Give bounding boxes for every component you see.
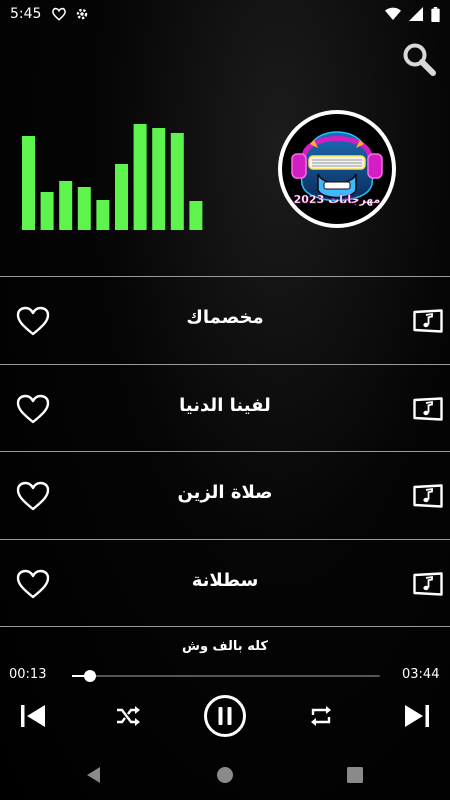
- heart-outline-icon: [52, 7, 67, 21]
- heart-outline-icon[interactable]: [16, 394, 50, 424]
- song-row[interactable]: صلاة الزين: [0, 451, 450, 539]
- song-row[interactable]: مخصماك: [0, 276, 450, 364]
- heart-outline-icon[interactable]: [16, 569, 50, 599]
- music-folder-icon[interactable]: [413, 571, 443, 596]
- visualizer-bar: [77, 187, 91, 230]
- visualizer-bar: [133, 124, 147, 230]
- music-folder-icon[interactable]: [413, 484, 443, 508]
- visualizer-bar: [59, 181, 73, 230]
- skip-previous-icon[interactable]: [18, 701, 48, 731]
- app-logo: مهرجانات 2023: [278, 110, 396, 228]
- now-playing-title: كله بالف وش: [182, 639, 268, 654]
- song-list: مخصماك لفينا الدنيا صلاة الزين سطلانة: [0, 276, 450, 626]
- search-icon: [403, 43, 436, 76]
- settings-gear-icon: [77, 8, 88, 20]
- logo-text: مهرجانات 2023: [293, 193, 381, 206]
- signal-icon: [409, 7, 423, 21]
- status-bar: 5:45: [0, 0, 450, 28]
- battery-icon: [431, 6, 440, 22]
- visualizer-bar: [115, 164, 128, 230]
- visualizer-bar: [22, 136, 35, 230]
- visualizer-bar: [170, 133, 184, 230]
- visualizer-bar: [96, 200, 110, 230]
- skip-next-icon[interactable]: [402, 701, 432, 731]
- repeat-icon[interactable]: [308, 703, 334, 729]
- player-panel: كله بالف وش 00:13 03:44: [0, 626, 450, 750]
- song-title: مخصماك: [186, 307, 264, 328]
- pause-icon[interactable]: [203, 694, 247, 738]
- visualizer-bar: [40, 192, 54, 230]
- song-title: سطلانة: [191, 569, 259, 591]
- heart-outline-icon[interactable]: [16, 481, 50, 511]
- song-title: لفينا الدنيا: [179, 394, 271, 416]
- visualizer-bar: [189, 201, 203, 230]
- recents-icon[interactable]: [345, 765, 365, 785]
- wifi-icon: [385, 7, 401, 21]
- seek-bar[interactable]: [72, 670, 380, 682]
- heart-outline-icon[interactable]: [16, 306, 50, 336]
- search-button[interactable]: [402, 42, 436, 76]
- current-time: 00:13: [9, 667, 47, 682]
- home-icon[interactable]: [215, 765, 235, 785]
- shuffle-icon[interactable]: [115, 703, 141, 729]
- song-row[interactable]: سطلانة: [0, 538, 450, 627]
- gorilla-headphones-icon: [291, 131, 383, 202]
- status-time: 5:45: [10, 6, 42, 22]
- music-folder-icon[interactable]: [413, 309, 443, 333]
- back-icon[interactable]: [84, 765, 104, 785]
- total-time: 03:44: [402, 667, 440, 682]
- song-row[interactable]: لفينا الدنيا: [0, 363, 450, 452]
- music-folder-icon[interactable]: [413, 396, 443, 421]
- visualizer-bar: [152, 128, 166, 230]
- seek-bar-thumb[interactable]: [84, 670, 97, 682]
- audio-visualizer: [20, 110, 206, 232]
- song-title: صلاة الزين: [177, 482, 273, 503]
- system-nav-bar: [0, 750, 450, 800]
